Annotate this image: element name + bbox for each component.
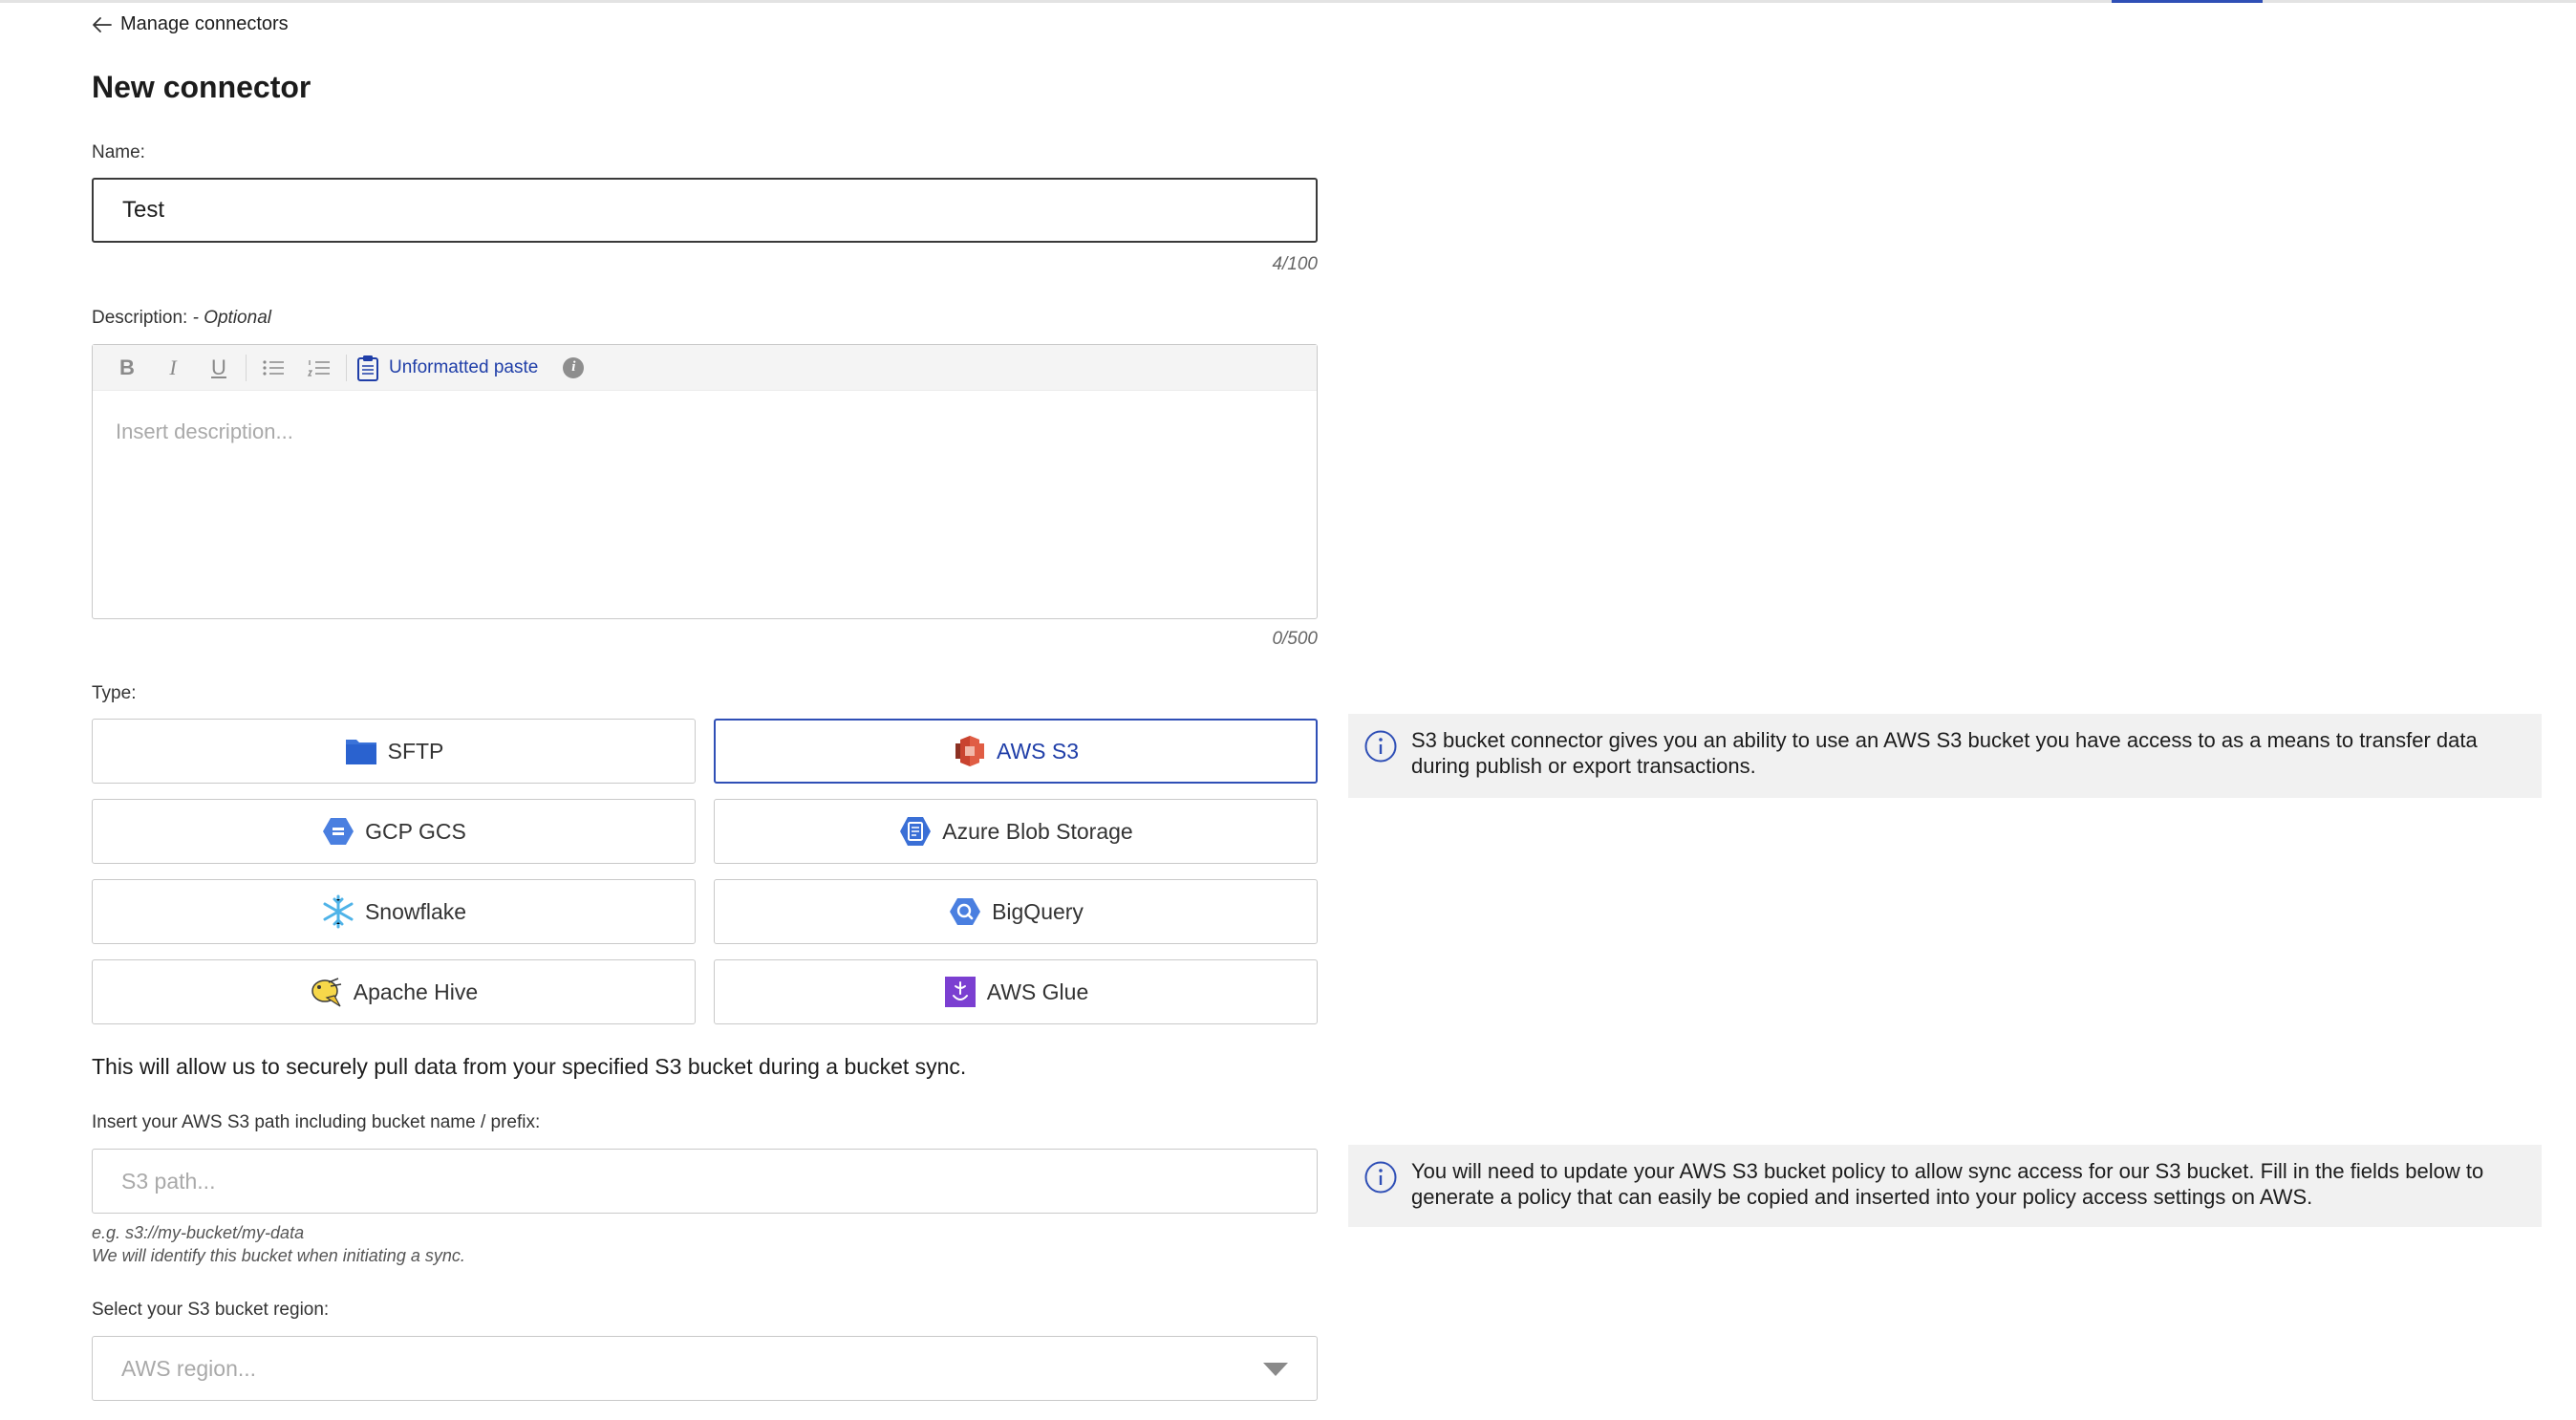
type-option-gcp-gcs[interactable]: GCP GCS [92, 799, 696, 864]
underline-icon: U [211, 355, 226, 379]
toolbar-divider [346, 354, 347, 381]
unformatted-paste-label: Unformatted paste [389, 356, 539, 377]
optional-tag: - Optional [187, 308, 271, 328]
page-title: New connector [92, 70, 311, 104]
active-tab-indicator [2112, 0, 2263, 3]
top-border [0, 0, 2576, 3]
region-label: Select your S3 bucket region: [92, 1300, 330, 1320]
snowflake-icon [323, 894, 354, 929]
numbered-list-icon [307, 359, 330, 377]
type-option-bigquery[interactable]: BigQuery [714, 879, 1318, 944]
type-option-label: Snowflake [364, 898, 467, 924]
arrow-left-icon [93, 16, 112, 32]
back-link-label: Manage connectors [120, 13, 289, 34]
description-editor: B I U Unformatted paste i [92, 344, 1318, 619]
numbered-list-button[interactable] [296, 345, 342, 391]
type-option-label: AWS S3 [996, 738, 1080, 764]
type-option-label: Azure Blob Storage [942, 818, 1133, 844]
policy-info-box: You will need to update your AWS S3 buck… [1348, 1145, 2542, 1227]
s3-path-identify-hint: We will identify this bucket when initia… [92, 1246, 465, 1265]
bigquery-icon [950, 898, 981, 925]
type-option-aws-s3[interactable]: AWS S3 [714, 719, 1318, 784]
type-option-sftp[interactable]: SFTP [92, 719, 696, 784]
type-option-snowflake[interactable]: Snowflake [92, 879, 696, 944]
region-select[interactable]: AWS region... [92, 1336, 1318, 1401]
region-placeholder: AWS region... [121, 1355, 257, 1381]
type-option-azure-blob-storage[interactable]: Azure Blob Storage [714, 799, 1318, 864]
type-option-label: SFTP [387, 738, 444, 764]
bold-icon: B [119, 355, 135, 379]
type-option-label: GCP GCS [365, 818, 466, 844]
type-label: Type: [92, 683, 137, 703]
description-label-text: Description: [92, 308, 188, 328]
type-option-apache-hive[interactable]: Apache Hive [92, 959, 696, 1024]
back-to-manage-connectors-link[interactable]: Manage connectors [92, 13, 289, 35]
s3-path-label: Insert your AWS S3 path including bucket… [92, 1112, 541, 1132]
s3-connector-info-box: S3 bucket connector gives you an ability… [1348, 714, 2542, 798]
italic-icon: I [169, 355, 177, 379]
aws-glue-icon [944, 977, 976, 1007]
info-icon[interactable]: i [563, 356, 585, 378]
azure-blob-icon [900, 817, 932, 846]
s3-connector-info-text: S3 bucket connector gives you an ability… [1411, 728, 2478, 778]
underline-button[interactable]: U [196, 345, 242, 391]
info-circle-icon [1364, 730, 1397, 763]
bullet-list-icon [263, 359, 284, 376]
policy-info-text: You will need to update your AWS S3 buck… [1411, 1159, 2484, 1209]
s3-path-input[interactable] [92, 1149, 1318, 1214]
toolbar-divider [246, 354, 247, 381]
name-char-counter: 4/100 [1272, 254, 1318, 274]
s3-pull-description: This will allow us to securely pull data… [92, 1054, 967, 1079]
unformatted-paste-button[interactable]: Unformatted paste [351, 355, 538, 381]
apache-hive-icon [311, 978, 341, 1007]
description-textarea[interactable] [93, 391, 1317, 616]
description-label: Description: - Optional [92, 308, 271, 329]
bold-button[interactable]: B [104, 345, 150, 391]
description-char-counter: 0/500 [1272, 629, 1318, 649]
type-option-aws-glue[interactable]: AWS Glue [714, 959, 1318, 1024]
italic-button[interactable]: I [150, 345, 196, 391]
name-label: Name: [92, 142, 145, 162]
clipboard-icon [357, 355, 378, 381]
aws-s3-icon [955, 736, 984, 766]
connector-type-grid: SFTP AWS S3 GCP GCS Azure Blob Storage S… [92, 719, 1318, 1024]
name-input[interactable] [92, 178, 1318, 243]
type-option-label: BigQuery [992, 898, 1084, 924]
chevron-down-icon [1263, 1363, 1288, 1376]
editor-toolbar: B I U Unformatted paste i [93, 345, 1317, 391]
s3-path-example-hint: e.g. s3://my-bucket/my-data [92, 1223, 305, 1242]
type-option-label: Apache Hive [353, 979, 479, 1004]
type-option-label: AWS Glue [986, 979, 1089, 1004]
gcp-gcs-icon [323, 818, 354, 845]
bullet-list-button[interactable] [250, 345, 296, 391]
folder-icon [345, 740, 376, 764]
info-circle-icon [1364, 1161, 1397, 1194]
